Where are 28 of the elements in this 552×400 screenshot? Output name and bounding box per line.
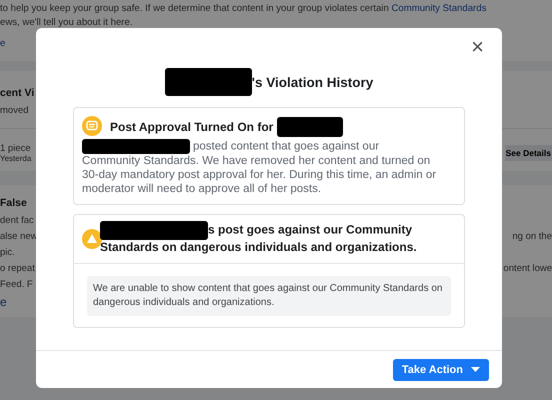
message-icon (82, 116, 102, 136)
item-time: Yesterda (0, 154, 32, 163)
section-text: ng on the (512, 231, 552, 242)
intro-text: ews, we'll tell you about it here. (0, 16, 132, 30)
caret-icon (471, 366, 480, 372)
learn-more-link[interactable]: e (0, 37, 6, 51)
section-title: cent Vi (0, 87, 34, 99)
notice-text: posted content that goes against our Community Standards. We have removed her content and turned on 30-day mandatory post approval for her. During this time, an admin or moderator will need to approve all of her posts. (82, 139, 438, 196)
item-title: 1 piece (0, 143, 32, 154)
section-text: Feed. F (0, 279, 33, 290)
section-text: pic. (0, 247, 15, 258)
redaction-block (277, 117, 344, 137)
section-title: False (0, 197, 27, 209)
close-button[interactable]: × (467, 34, 488, 60)
section-text: o repeat (0, 263, 35, 274)
take-action-button[interactable]: Take Action (392, 358, 489, 380)
learn-more-link[interactable]: e (0, 295, 7, 309)
community-standards-link[interactable]: Community Standards (391, 3, 486, 14)
dialog-title: 's Violation History (252, 74, 374, 90)
see-details-button[interactable]: See Details (504, 145, 552, 161)
section-text: dent fac (0, 215, 34, 226)
intro-text: to help you keep your group safe. If we determine that content in your group violates certain Community Standards (0, 2, 486, 16)
notice-title-text: Post Approval Turned On for (110, 120, 274, 134)
violation-detail-text: We are unable to show content that goes against our Community Standards on dangerous individuals and organizations. (87, 276, 451, 316)
warning-icon (82, 229, 102, 249)
violation-title: s post goes against our Community Standards on dangerous individuals and organizations. (100, 221, 418, 255)
section-subtitle: moved (0, 105, 29, 116)
section-text: ontent lowe (503, 263, 552, 274)
